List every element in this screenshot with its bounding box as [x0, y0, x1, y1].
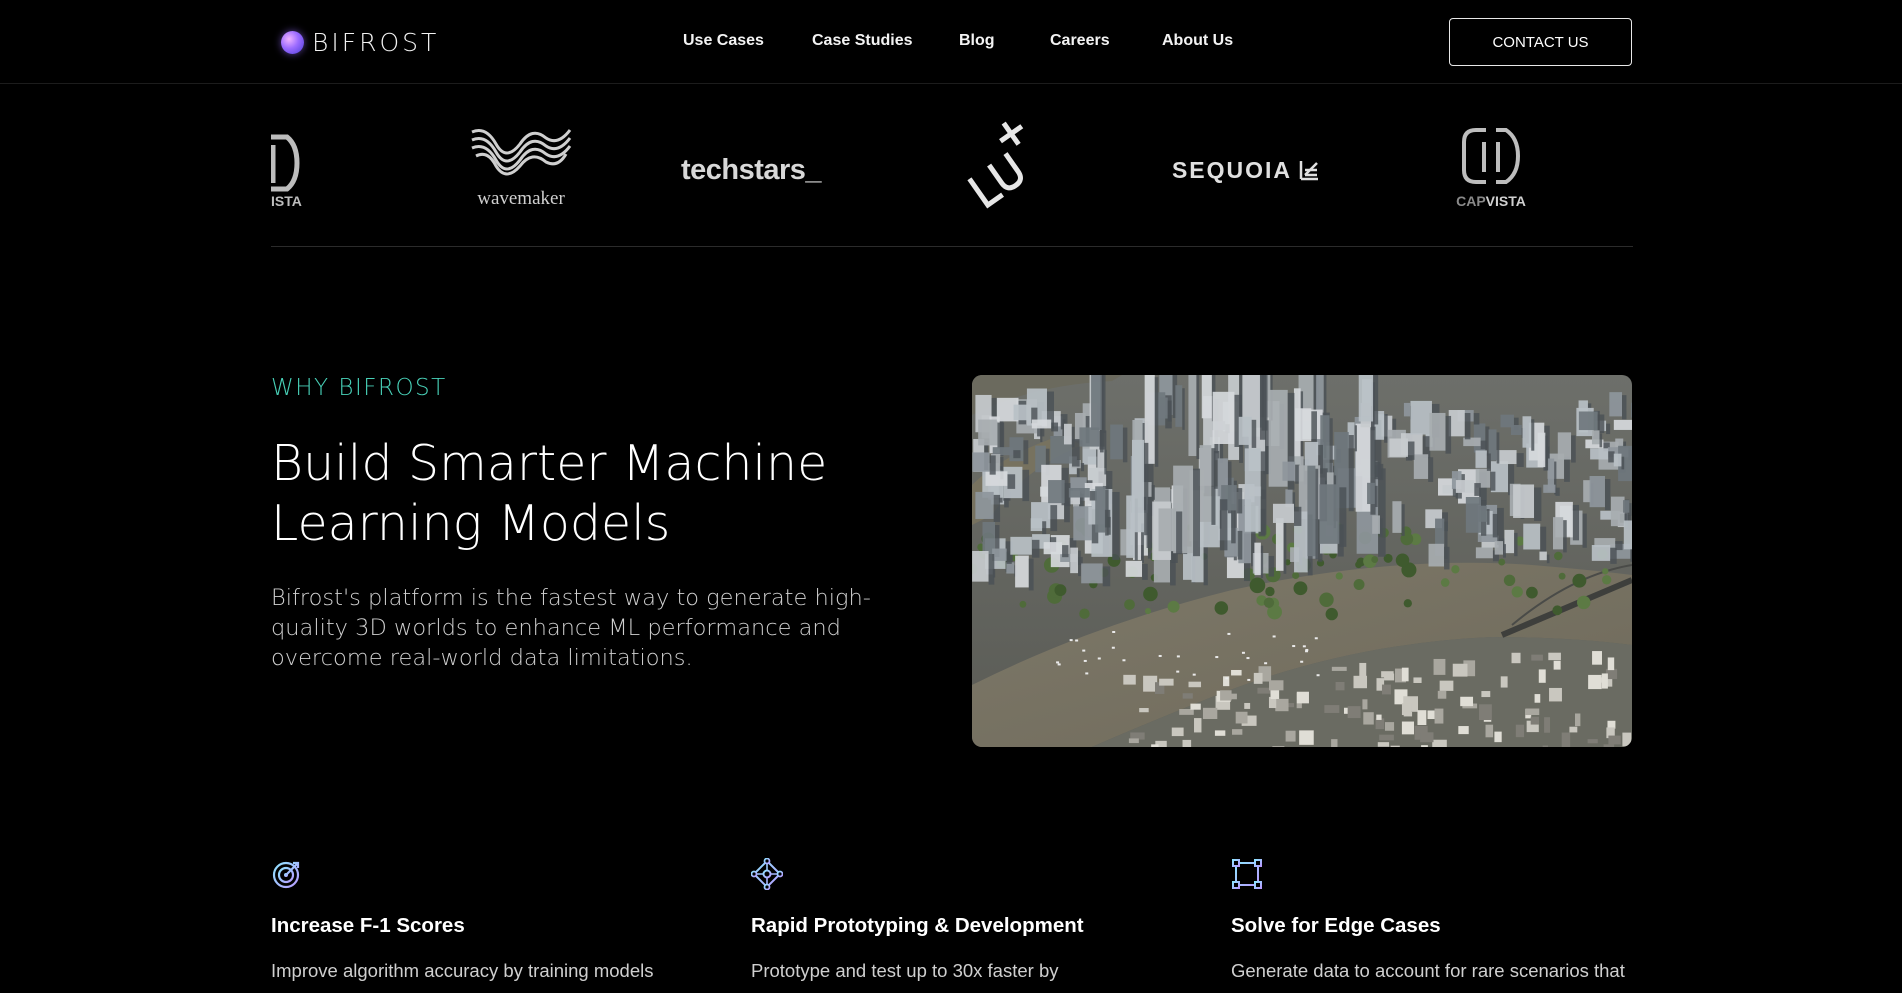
- nav-link-careers[interactable]: Careers: [1050, 32, 1110, 50]
- city-aerial-image: [972, 375, 1632, 747]
- feature-text: Improve algorithm accuracy by training m…: [271, 960, 654, 981]
- nav-link-about-us[interactable]: About Us: [1162, 32, 1233, 50]
- nav-link-case-studies[interactable]: Case Studies: [812, 32, 912, 50]
- feature-card-prototyping: Rapid Prototyping & Development Prototyp…: [750, 857, 1171, 984]
- nav-link-blog[interactable]: Blog: [959, 32, 995, 50]
- partner-logo-techstars: techstars_: [671, 120, 831, 220]
- lux-mark-icon: [967, 121, 1024, 209]
- brand-name: BIFROST: [312, 28, 440, 57]
- section-divider: [271, 246, 1633, 247]
- partner-logo-text: CAP: [1456, 193, 1486, 209]
- partner-logo-capvista-partial: ISTA: [271, 120, 331, 220]
- sequoia-leaf-icon: [1299, 161, 1319, 181]
- partner-logo-text: wavemaker: [477, 188, 565, 209]
- partner-logos-carousel: ISTA wavemaker techstars_ SEQUOIA CAPVIS…: [271, 120, 1633, 220]
- headline-line-1: Build Smarter Machine: [271, 435, 828, 492]
- capvista-mark-icon: [1462, 128, 1521, 184]
- headline-line-2: Learning Models: [271, 495, 671, 552]
- section-eyebrow: WHY BIFROST: [271, 375, 447, 401]
- partner-logo-text: techstars_: [680, 153, 822, 186]
- partner-logo-lux: [951, 120, 1051, 220]
- partner-logo-text: VISTA: [1485, 193, 1526, 209]
- nodes-icon: [750, 857, 784, 891]
- feature-title: Rapid Prototyping & Development: [751, 914, 1084, 937]
- feature-text: Generate data to account for rare scenar…: [1231, 960, 1625, 981]
- feature-card-edge-cases: Solve for Edge Cases Generate data to ac…: [1231, 858, 1651, 984]
- partner-logo-wavemaker: wavemaker: [456, 120, 586, 220]
- partner-logo-text-group: CAPVISTA: [1456, 193, 1526, 209]
- feature-card-f1: Increase F-1 Scores Improve algorithm ac…: [271, 858, 691, 984]
- feature-title: Increase F-1 Scores: [271, 914, 465, 937]
- section-description: Bifrost's platform is the fastest way to…: [271, 585, 871, 671]
- target-icon: [272, 861, 300, 889]
- feature-title: Solve for Edge Cases: [1231, 914, 1441, 937]
- top-navbar: BIFROST Use Cases Case Studies Blog Care…: [0, 0, 1902, 84]
- partner-logo-text: SEQUOIA: [1171, 156, 1293, 183]
- feature-text: Prototype and test up to 30x faster by: [751, 960, 1059, 981]
- partner-logo-capvista: CAPVISTA: [1441, 120, 1541, 220]
- wavemaker-wave-icon: [471, 129, 572, 176]
- partner-logo-sequoia: SEQUOIA: [1171, 120, 1321, 220]
- bounding-box-icon: [1232, 859, 1262, 889]
- city-illustration: [972, 375, 1632, 747]
- brand-logo[interactable]: BIFROST: [281, 28, 439, 57]
- partner-logo-text: ISTA: [271, 193, 302, 209]
- brand-orb-icon: [281, 31, 304, 54]
- nav-link-use-cases[interactable]: Use Cases: [683, 32, 764, 50]
- section-headline: Build Smarter Machine Learning Models: [271, 434, 931, 554]
- contact-us-button[interactable]: CONTACT US: [1449, 18, 1632, 66]
